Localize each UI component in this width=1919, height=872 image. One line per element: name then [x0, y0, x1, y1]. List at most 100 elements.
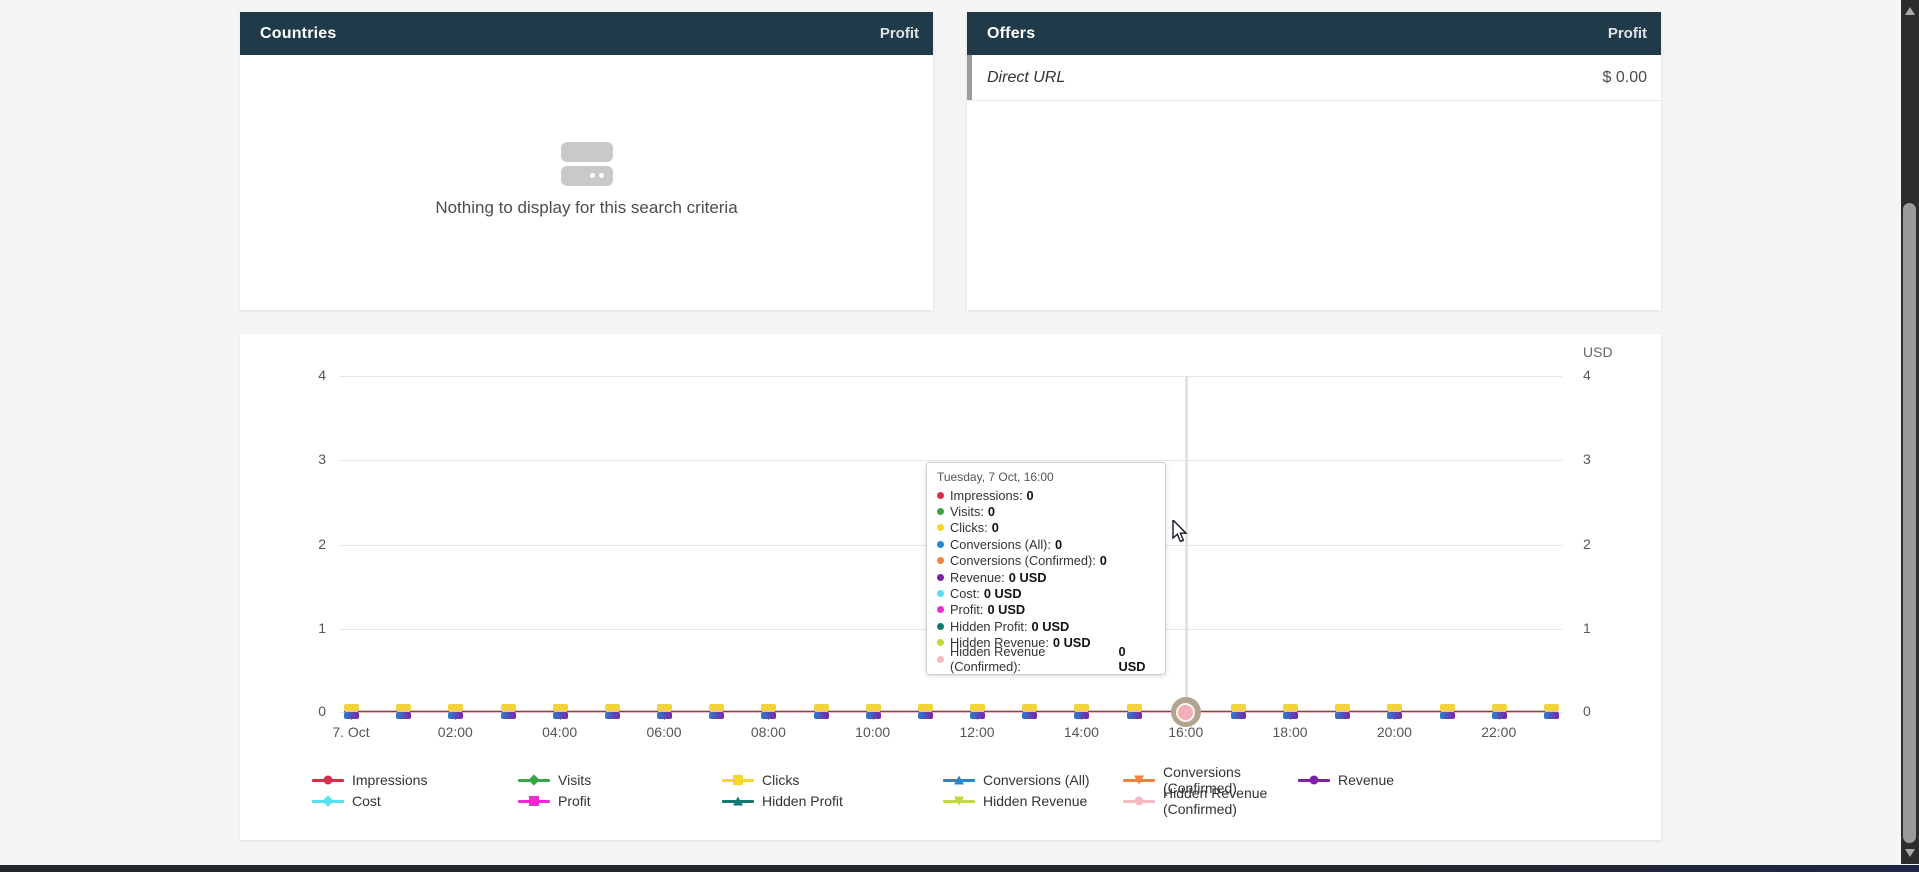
legend-item-hidden-revenue[interactable]: Hidden Revenue [943, 792, 1123, 810]
data-point-marker[interactable] [762, 705, 775, 718]
data-point-marker[interactable] [449, 705, 462, 718]
offers-panel: Offers Profit Direct URL$ 0.00 [967, 12, 1661, 310]
x-axis-label: 08:00 [751, 724, 786, 740]
data-point-marker[interactable] [658, 705, 671, 718]
triangle-down-icon [1134, 776, 1144, 785]
x-axis-label: 20:00 [1377, 724, 1412, 740]
y-axis-label-right: 2 [1583, 536, 1633, 552]
data-point-marker[interactable] [971, 705, 984, 718]
scrollbar-up-icon[interactable] [1905, 7, 1915, 15]
y-axis-label-left: 0 [276, 703, 326, 719]
tooltip-item: Profit: 0 USD [937, 602, 1155, 618]
offers-panel-header: Offers Profit [967, 12, 1661, 55]
scrollbar-thumb[interactable] [1903, 203, 1916, 843]
tooltip-item-list: Impressions:0Visits:0Clicks:0Conversions… [937, 487, 1155, 667]
data-point-marker[interactable] [1023, 705, 1036, 718]
scrollbar-down-icon[interactable] [1905, 849, 1915, 857]
data-point-marker[interactable] [1441, 705, 1454, 718]
legend-item-clicks[interactable]: Clicks [722, 771, 943, 789]
tooltip-value: 0 [1055, 537, 1062, 552]
tooltip-label: Conversions (All): [950, 537, 1051, 552]
data-point-marker[interactable] [919, 705, 932, 718]
legend-item-hidden-profit[interactable]: Hidden Profit [722, 792, 943, 810]
x-axis-label: 12:00 [960, 724, 995, 740]
legend-item-cost[interactable]: Cost [312, 792, 518, 810]
hover-point-marker[interactable] [1171, 697, 1201, 727]
tooltip-item: Hidden Profit:0 USD [937, 618, 1155, 634]
data-point-marker[interactable] [1284, 705, 1297, 718]
data-point-marker[interactable] [815, 705, 828, 718]
legend-label: Hidden Revenue [983, 793, 1087, 809]
countries-panel: Countries Profit Nothing to display for … [240, 12, 933, 310]
series-line [344, 710, 1558, 713]
tooltip-value: 0 USD [1119, 644, 1155, 674]
offer-name: Direct URL [987, 69, 1065, 87]
legend-item-visits[interactable]: Visits [518, 771, 722, 789]
data-point-marker[interactable] [1336, 705, 1349, 718]
y-axis-label-left: 2 [276, 536, 326, 552]
tooltip-label: Cost: [950, 586, 980, 601]
data-point-marker[interactable] [502, 705, 515, 718]
triangle-down-icon [954, 797, 964, 806]
data-point-marker[interactable] [397, 705, 410, 718]
y-axis-label-left: 4 [276, 367, 326, 383]
data-point-marker[interactable] [1128, 705, 1141, 718]
data-point-marker[interactable] [1075, 705, 1088, 718]
currency-label: USD [1583, 344, 1613, 360]
tooltip-label: Hidden Profit: [950, 619, 1028, 634]
legend-label: Profit [558, 793, 591, 809]
tooltip-item: Hidden Revenue (Confirmed):0 USD [937, 651, 1155, 667]
x-axis-label: 18:00 [1273, 724, 1308, 740]
countries-panel-header: Countries Profit [240, 12, 933, 55]
data-point-marker[interactable] [345, 705, 358, 718]
data-point-marker[interactable] [1493, 705, 1506, 718]
chart-panel: USD 44332211007. Oct02:0004:0006:0008:00… [240, 334, 1661, 840]
data-point-marker[interactable] [554, 705, 567, 718]
x-axis-label: 04:00 [542, 724, 577, 740]
x-axis-label: 06:00 [646, 724, 681, 740]
data-point-marker[interactable] [710, 705, 723, 718]
legend-marker-icon [722, 794, 754, 808]
diamond-icon [322, 795, 333, 806]
legend-item-revenue[interactable]: Revenue [1298, 771, 1651, 789]
offers-panel-title: Offers [987, 25, 1035, 43]
legend-label: Hidden Revenue (Confirmed) [1163, 785, 1298, 817]
legend-marker-icon [1298, 773, 1330, 787]
legend-item-impressions[interactable]: Impressions [312, 771, 518, 789]
legend-item-profit[interactable]: Profit [518, 792, 722, 810]
data-point-marker[interactable] [1388, 705, 1401, 718]
data-point-marker[interactable] [606, 705, 619, 718]
legend-item-conversions-all[interactable]: Conversions (All) [943, 771, 1123, 789]
legend-label: Visits [558, 772, 591, 788]
data-point-marker[interactable] [1545, 705, 1558, 718]
chart-legend: Impressions Visits ClicksConversions (All)… [312, 771, 1651, 810]
triangle-up-icon [733, 797, 743, 806]
tooltip-item: Conversions (Confirmed):0 [937, 553, 1155, 569]
legend-label: Hidden Profit [762, 793, 843, 809]
y-axis-label-right: 1 [1583, 620, 1633, 636]
data-point-marker[interactable] [1232, 705, 1245, 718]
bottom-bar [0, 865, 1919, 872]
offers-profit-column-header[interactable]: Profit [1608, 25, 1647, 42]
vertical-scrollbar[interactable] [1901, 0, 1919, 864]
tooltip-item: Impressions:0 [937, 487, 1155, 503]
data-point-marker[interactable] [867, 705, 880, 718]
tooltip-item: Visits:0 [937, 503, 1155, 519]
legend-marker-icon [518, 773, 550, 787]
legend-item-hidden-revenue-confirmed[interactable]: Hidden Revenue (Confirmed) [1123, 792, 1298, 810]
tooltip-title: Tuesday, 7 Oct, 16:00 [937, 470, 1155, 484]
tooltip-label: Impressions: [950, 488, 1023, 503]
diamond-icon [528, 774, 539, 785]
offer-row[interactable]: Direct URL$ 0.00 [967, 55, 1661, 101]
y-axis-label-left: 1 [276, 620, 326, 636]
y-axis-label-left: 3 [276, 451, 326, 467]
triangle-up-icon [954, 776, 964, 785]
tooltip-label: Profit: [950, 602, 983, 617]
countries-profit-column-header[interactable]: Profit [880, 25, 919, 42]
tooltip-bullet-icon [937, 541, 944, 548]
tooltip-bullet-icon [937, 656, 944, 663]
gridline [339, 460, 1562, 461]
tooltip-value: 0 USD [987, 602, 1025, 617]
x-axis-label: 7. Oct [332, 724, 369, 740]
tooltip-bullet-icon [937, 492, 944, 499]
